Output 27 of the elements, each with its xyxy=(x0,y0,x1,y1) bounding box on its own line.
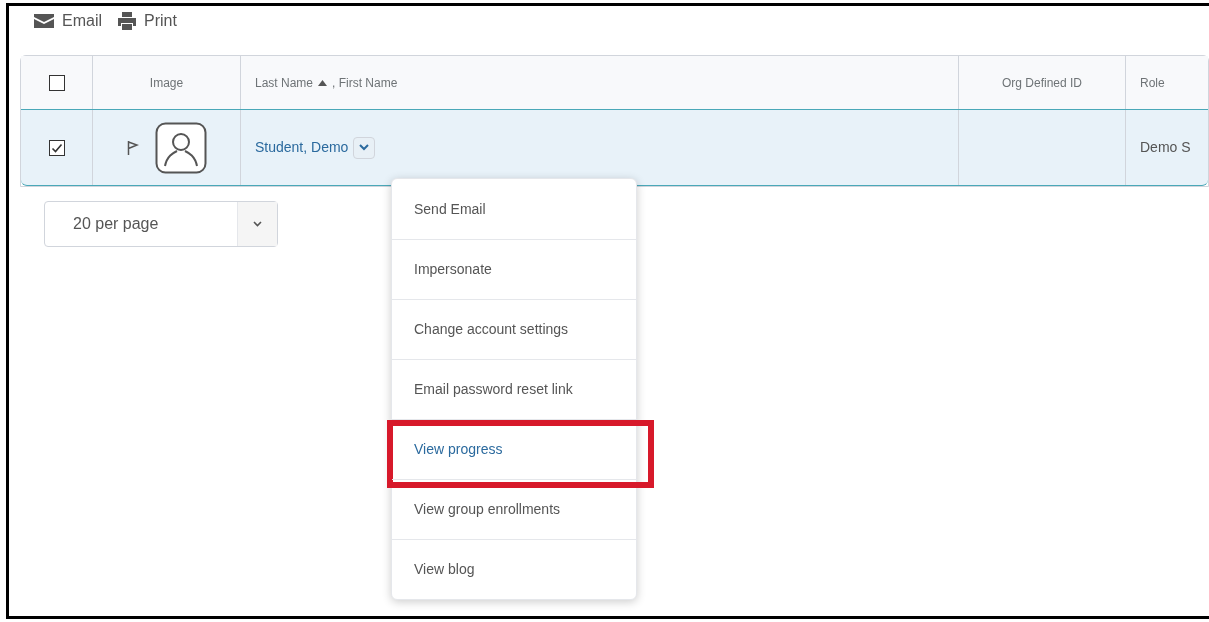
column-header: Image xyxy=(149,74,184,92)
table-cell-text: Demo S xyxy=(1140,138,1191,157)
profile-avatar-icon xyxy=(154,121,207,174)
sort-up-icon xyxy=(318,79,328,86)
column-header[interactable]: Last Name , First Name xyxy=(255,73,398,92)
menu-item[interactable]: Impersonate xyxy=(392,240,636,299)
checkbox[interactable] xyxy=(48,74,65,91)
envelope-icon xyxy=(34,14,54,28)
column-header: Role xyxy=(1140,74,1165,92)
menu-item[interactable]: View group enrollments xyxy=(392,480,636,539)
menu-item[interactable]: Change account settings xyxy=(392,300,636,359)
table-row[interactable]: Student, Demo Demo S xyxy=(21,109,1208,186)
dropdown-button[interactable] xyxy=(353,136,376,159)
checkbox[interactable] xyxy=(48,139,65,156)
printer-icon xyxy=(118,12,136,30)
column-header[interactable]: , First Name xyxy=(332,73,398,92)
print-button[interactable]: Print xyxy=(118,9,177,33)
column-header: Org Defined ID xyxy=(1001,74,1082,92)
menu-item[interactable]: View blog xyxy=(392,540,636,599)
menu-item[interactable]: Email password reset link xyxy=(392,360,636,419)
menu-item[interactable]: View progress xyxy=(392,420,636,479)
email-button[interactable]: Email xyxy=(34,9,102,33)
page-size-dropdown[interactable]: 20 per page xyxy=(44,201,278,247)
chevron-down-icon xyxy=(359,144,370,151)
chevron-down-icon xyxy=(253,221,262,227)
flag-icon[interactable] xyxy=(126,139,139,156)
name-link[interactable]: Student, Demo xyxy=(255,137,349,158)
